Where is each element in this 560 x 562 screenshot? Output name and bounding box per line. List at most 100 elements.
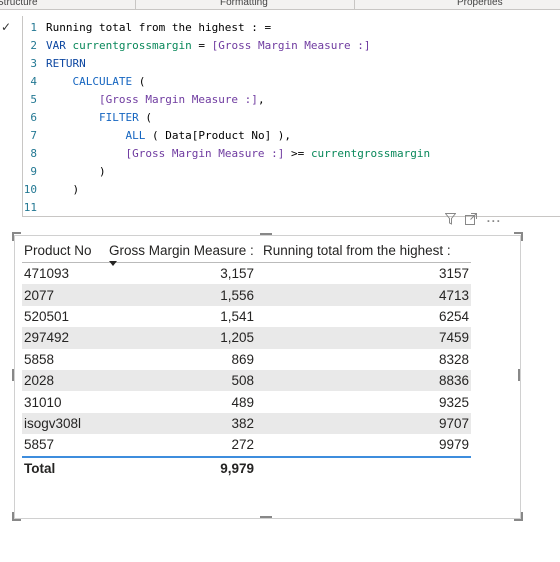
resize-handle[interactable] — [12, 369, 14, 381]
table-row: 2028 508 8836 — [22, 369, 471, 392]
total-running-total — [257, 455, 471, 480]
code-line-6: 6 FILTER ( — [23, 109, 152, 127]
filter-icon[interactable] — [444, 213, 457, 228]
resize-handle[interactable] — [514, 232, 523, 241]
variable-name: currentgrossmargin — [72, 39, 192, 52]
cell-running-total: 9707 — [257, 412, 471, 435]
tab-divider — [135, 0, 136, 9]
line-number: 4 — [30, 75, 37, 88]
resize-handle[interactable] — [260, 233, 272, 235]
ribbon-tabs: Structure Formatting Properties — [0, 0, 560, 10]
cell-gross-margin: 382 — [104, 412, 257, 435]
cell-running-total: 8328 — [438, 351, 469, 367]
cell-running-total: 4713 — [257, 284, 471, 306]
cell-product-no: 520501 — [24, 308, 70, 324]
line-number: 10 — [23, 183, 37, 196]
measure-definition: Running total from the highest : = — [46, 21, 272, 34]
table-row: 471093 3,157 3157 — [22, 263, 471, 285]
line-number: 6 — [30, 111, 37, 124]
cell-gross-margin: 272 — [231, 437, 254, 453]
measure-ref: [Gross Margin Measure :] — [125, 147, 285, 160]
code-punct: ) — [98, 165, 106, 178]
code-punct: ( — [132, 75, 146, 88]
table-row: isogv308l 382 9707 — [22, 412, 471, 435]
operator: >= — [284, 147, 311, 160]
cell-running-total: 6254 — [438, 308, 469, 324]
visual-header-icons: ··· — [444, 213, 508, 228]
measure-ref: [Gross Margin Measure :] — [98, 93, 258, 106]
column-header-running-total[interactable]: Running total from the highest : — [257, 238, 471, 263]
total-gross-margin: 9,979 — [104, 455, 257, 480]
resize-handle[interactable] — [260, 516, 272, 518]
cell-running-total: 9979 — [438, 437, 469, 453]
table-total-row: Total 9,979 — [22, 455, 471, 480]
line-number: 7 — [30, 129, 37, 142]
function-all: ALL — [125, 129, 146, 142]
total-label: Total — [22, 455, 104, 480]
code-line-2: 2 VAR currentgrossmargin = [Gross Margin … — [23, 37, 371, 55]
cell-product-no: 2077 — [22, 284, 104, 306]
table-header-row: Product No Gross Margin Measure : Runnin… — [22, 238, 471, 266]
resize-handle[interactable] — [514, 512, 523, 521]
code-punct: ) — [72, 183, 80, 196]
tab-divider — [354, 0, 355, 9]
column-header-product-no[interactable]: Product No — [22, 238, 104, 263]
cell-gross-margin: 489 — [231, 394, 254, 410]
variable-ref: currentgrossmargin — [310, 147, 431, 160]
cell-running-total: 8836 — [257, 369, 471, 392]
column-header-label: Gross Margin Measure : — [109, 242, 254, 258]
function-filter: FILTER — [98, 111, 139, 124]
function-calculate: CALCULATE — [72, 75, 133, 88]
keyword-var: VAR — [46, 39, 66, 52]
line-number: 8 — [30, 147, 37, 160]
code-punct: ( — [138, 111, 152, 124]
column-header-gross-margin[interactable]: Gross Margin Measure : — [104, 238, 257, 266]
code-punct: , — [257, 93, 265, 106]
resize-handle[interactable] — [12, 512, 21, 521]
operator: = — [191, 39, 212, 52]
line-number: 9 — [30, 165, 37, 178]
tab-structure[interactable]: Structure — [0, 0, 38, 8]
table-row: 2077 1,556 4713 — [22, 284, 471, 306]
table-row: 5858 869 8328 — [22, 349, 471, 370]
code-line-1: 1 Running total from the highest : = — [23, 19, 271, 37]
table-row: 297492 1,205 7459 — [22, 327, 471, 349]
code-line-8: 8 [Gross Margin Measure :] >= currentgro… — [23, 145, 430, 163]
cell-gross-margin: 1,556 — [104, 284, 257, 306]
code-args: ( Data[Product No] ), — [145, 129, 292, 142]
line-number: 2 — [30, 39, 37, 52]
cell-gross-margin: 508 — [104, 369, 257, 392]
code-line-10: 10 ) — [23, 181, 79, 199]
tab-properties[interactable]: Properties — [457, 0, 503, 8]
resize-handle[interactable] — [518, 369, 520, 381]
formula-editor[interactable]: 1 Running total from the highest : = 2 VAR… — [22, 16, 560, 217]
resize-handle[interactable] — [12, 232, 21, 241]
code-line-3: 3 RETURN — [23, 55, 86, 73]
tab-formatting[interactable]: Formatting — [220, 0, 268, 8]
measure-ref: [Gross Margin Measure :] — [211, 39, 371, 52]
table-row: 31010 489 9325 — [22, 391, 471, 412]
code-line-7: 7 ALL ( Data[Product No] ), — [23, 127, 291, 145]
cell-product-no: 5858 — [24, 351, 55, 367]
data-table: Product No Gross Margin Measure : Runnin… — [22, 238, 471, 480]
line-number: 1 — [30, 21, 37, 34]
commit-check-icon[interactable]: ✓ — [1, 21, 13, 33]
table-row: 5857 272 9979 — [22, 434, 471, 456]
code-line-4: 4 CALCULATE ( — [23, 73, 145, 91]
table-row: 520501 1,541 6254 — [22, 306, 471, 327]
cell-running-total: 3157 — [438, 266, 469, 282]
cell-product-no: 5857 — [24, 437, 55, 453]
cell-product-no: 31010 — [24, 394, 62, 410]
code-line-5: 5 [Gross Margin Measure :], — [23, 91, 265, 109]
cell-gross-margin: 1,541 — [220, 308, 254, 324]
focus-mode-icon[interactable] — [465, 213, 478, 228]
cell-gross-margin: 1,205 — [104, 327, 257, 349]
cell-product-no: 471093 — [24, 266, 70, 282]
more-options-icon[interactable]: ··· — [487, 214, 502, 228]
line-number: 11 — [23, 201, 37, 214]
keyword-return: RETURN — [46, 57, 86, 70]
cell-product-no: isogv308l — [22, 412, 104, 435]
cell-gross-margin: 869 — [231, 351, 254, 367]
line-number: 5 — [30, 93, 37, 106]
code-line-9: 9 ) — [23, 163, 106, 181]
